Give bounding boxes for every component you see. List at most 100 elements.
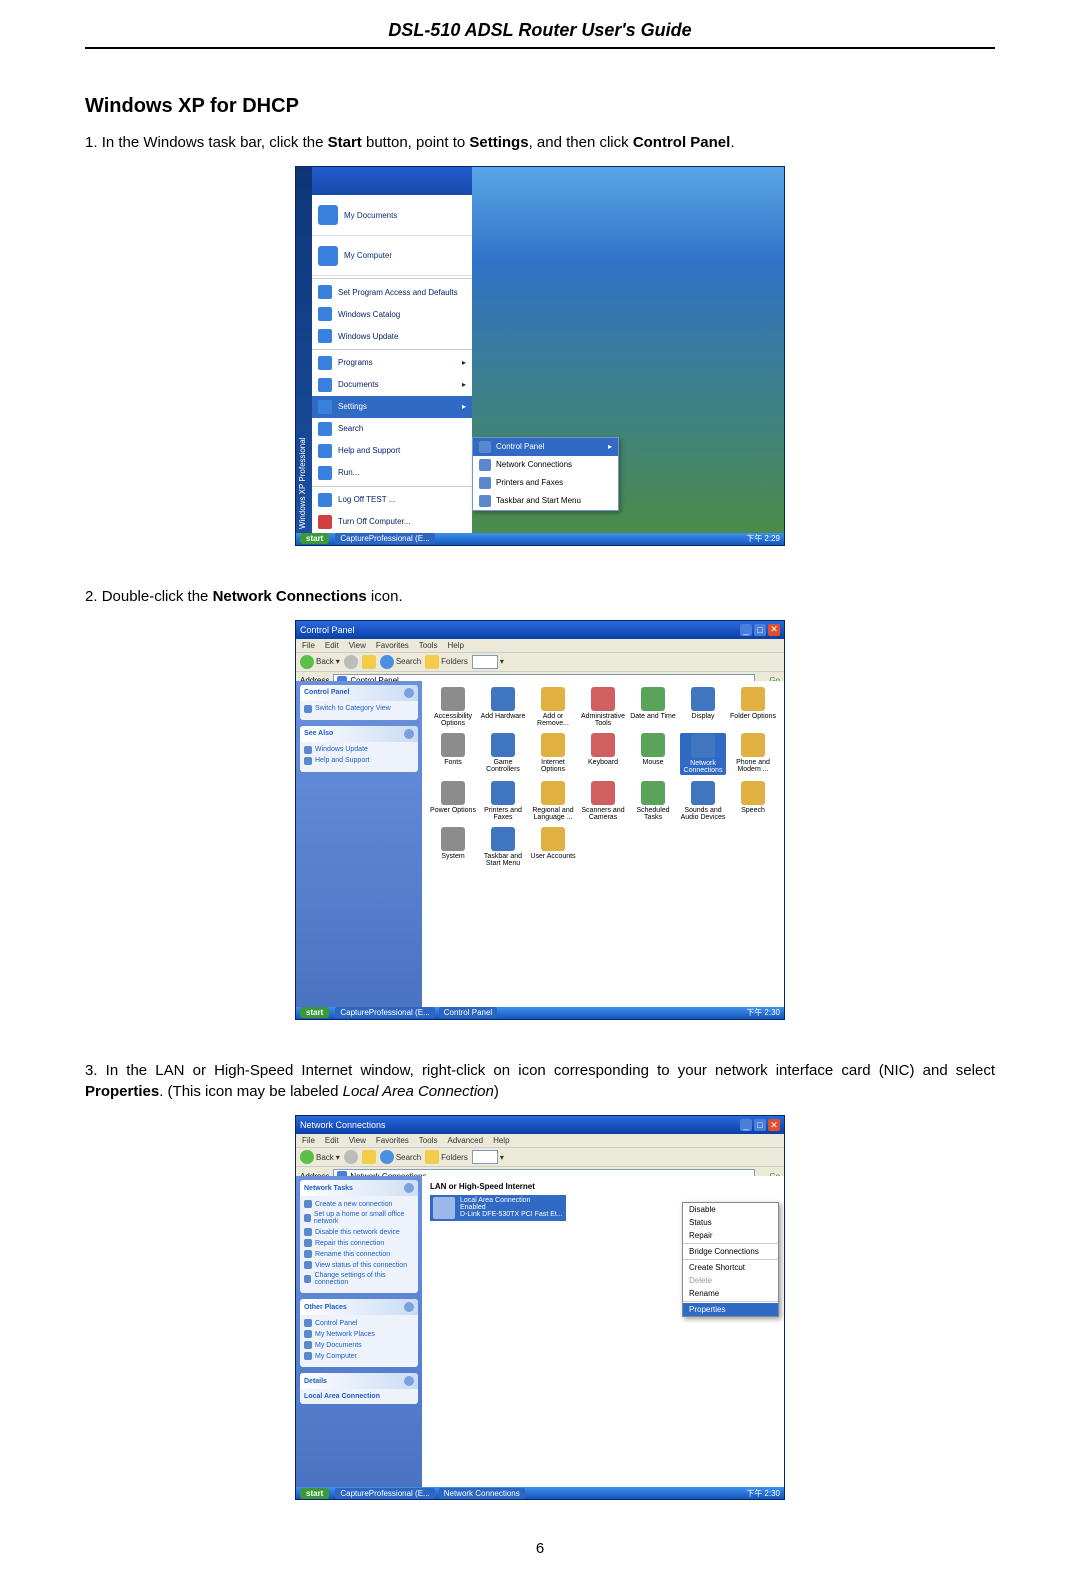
- search-button[interactable]: Search: [380, 655, 421, 669]
- folders-button[interactable]: Folders: [425, 1150, 468, 1164]
- cp-icon[interactable]: Keyboard: [580, 733, 626, 775]
- task-control-panel[interactable]: Control Panel: [439, 1007, 497, 1018]
- network-task[interactable]: Disable this network device: [304, 1228, 414, 1236]
- cp-icon[interactable]: Folder Options: [730, 687, 776, 727]
- network-task[interactable]: Repair this connection: [304, 1239, 414, 1247]
- other-place[interactable]: My Computer: [304, 1352, 414, 1360]
- start-button[interactable]: start: [300, 1007, 329, 1018]
- cp-icon[interactable]: Printers and Faxes: [480, 781, 526, 821]
- other-place[interactable]: Control Panel: [304, 1319, 414, 1327]
- cp-icon[interactable]: Display: [680, 687, 726, 727]
- close-button[interactable]: ✕: [768, 1119, 780, 1131]
- maximize-button[interactable]: □: [754, 1119, 766, 1131]
- other-place[interactable]: My Network Places: [304, 1330, 414, 1338]
- other-place[interactable]: My Documents: [304, 1341, 414, 1349]
- start-run[interactable]: Run...: [312, 462, 472, 484]
- chevron-icon[interactable]: [404, 1183, 414, 1193]
- cp-icon[interactable]: Administrative Tools: [580, 687, 626, 727]
- task-capture[interactable]: CaptureProfessional (E...: [335, 533, 434, 544]
- forward-button[interactable]: [344, 1150, 358, 1164]
- menu-edit[interactable]: Edit: [325, 641, 339, 650]
- menu-view[interactable]: View: [349, 641, 366, 650]
- local-area-connection[interactable]: Local Area Connection Enabled D-Link DFE…: [430, 1195, 566, 1221]
- minimize-button[interactable]: _: [740, 624, 752, 636]
- ctx-rename[interactable]: Rename: [683, 1287, 778, 1300]
- side-help-support[interactable]: Help and Support: [304, 757, 414, 765]
- close-button[interactable]: ✕: [768, 624, 780, 636]
- cp-icon[interactable]: Sounds and Audio Devices: [680, 781, 726, 821]
- start-programs[interactable]: Programs▸: [312, 352, 472, 374]
- cp-icon[interactable]: Regional and Language ...: [530, 781, 576, 821]
- network-task[interactable]: Rename this connection: [304, 1250, 414, 1258]
- start-mycomp[interactable]: My Computer: [312, 236, 472, 277]
- cp-icon[interactable]: Game Controllers: [480, 733, 526, 775]
- start-winupd[interactable]: Windows Update: [312, 325, 472, 347]
- start-help[interactable]: Help and Support: [312, 440, 472, 462]
- task-capture[interactable]: CaptureProfessional (E...: [335, 1488, 434, 1499]
- network-task[interactable]: Change settings of this connection: [304, 1272, 414, 1286]
- cp-icon[interactable]: Internet Options: [530, 733, 576, 775]
- ctx-shortcut[interactable]: Create Shortcut: [683, 1261, 778, 1274]
- start-documents[interactable]: Documents▸: [312, 374, 472, 396]
- ctx-repair[interactable]: Repair: [683, 1229, 778, 1242]
- chevron-icon[interactable]: [404, 1376, 414, 1386]
- cp-icon[interactable]: Date and Time: [630, 687, 676, 727]
- menu-view[interactable]: View: [349, 1136, 366, 1145]
- search-button[interactable]: Search: [380, 1150, 421, 1164]
- network-task[interactable]: Set up a home or small office network: [304, 1211, 414, 1225]
- up-button[interactable]: [362, 1150, 376, 1164]
- cp-icon[interactable]: User Accounts: [530, 827, 576, 867]
- start-settings[interactable]: Settings▸: [312, 396, 472, 418]
- menu-favorites[interactable]: Favorites: [376, 641, 409, 650]
- menu-file[interactable]: File: [302, 1136, 315, 1145]
- cp-icon[interactable]: Speech: [730, 781, 776, 821]
- side-windows-update[interactable]: Windows Update: [304, 746, 414, 754]
- cp-icon[interactable]: System: [430, 827, 476, 867]
- menu-favorites[interactable]: Favorites: [376, 1136, 409, 1145]
- menu-help[interactable]: Help: [493, 1136, 509, 1145]
- maximize-button[interactable]: □: [754, 624, 766, 636]
- up-button[interactable]: [362, 655, 376, 669]
- menu-advanced[interactable]: Advanced: [447, 1136, 483, 1145]
- cp-icon[interactable]: Taskbar and Start Menu: [480, 827, 526, 867]
- cp-icon[interactable]: Fonts: [430, 733, 476, 775]
- start-spad[interactable]: Set Program Access and Defaults: [312, 281, 472, 303]
- start-button[interactable]: start: [300, 1488, 329, 1499]
- start-wincat[interactable]: Windows Catalog: [312, 303, 472, 325]
- submenu-control-panel[interactable]: Control Panel▸: [473, 438, 618, 456]
- network-task[interactable]: Create a new connection: [304, 1200, 414, 1208]
- ctx-bridge[interactable]: Bridge Connections: [683, 1245, 778, 1258]
- cp-icon[interactable]: Add or Remove...: [530, 687, 576, 727]
- forward-button[interactable]: [344, 655, 358, 669]
- start-button[interactable]: start: [300, 533, 329, 544]
- views-button[interactable]: ▾: [472, 1150, 504, 1164]
- task-network[interactable]: Network Connections: [439, 1488, 525, 1499]
- ctx-status[interactable]: Status: [683, 1216, 778, 1229]
- ctx-properties[interactable]: Properties: [683, 1303, 778, 1316]
- menu-help[interactable]: Help: [447, 641, 463, 650]
- ctx-disable[interactable]: Disable: [683, 1203, 778, 1216]
- chevron-icon[interactable]: [404, 729, 414, 739]
- submenu-taskbar[interactable]: Taskbar and Start Menu: [473, 492, 618, 510]
- start-turnoff[interactable]: Turn Off Computer...: [312, 511, 472, 533]
- cp-icon[interactable]: Phone and Modem ...: [730, 733, 776, 775]
- start-logoff[interactable]: Log Off TEST ...: [312, 489, 472, 511]
- cp-icon[interactable]: Scanners and Cameras: [580, 781, 626, 821]
- cp-icon[interactable]: Mouse: [630, 733, 676, 775]
- cp-icon[interactable]: Accessibility Options: [430, 687, 476, 727]
- menu-file[interactable]: File: [302, 641, 315, 650]
- submenu-printers[interactable]: Printers and Faxes: [473, 474, 618, 492]
- cp-icon[interactable]: Power Options: [430, 781, 476, 821]
- submenu-network[interactable]: Network Connections: [473, 456, 618, 474]
- chevron-icon[interactable]: [404, 1302, 414, 1312]
- cp-icon[interactable]: Network Connections: [680, 733, 726, 775]
- start-search[interactable]: Search: [312, 418, 472, 440]
- chevron-icon[interactable]: [404, 688, 414, 698]
- network-task[interactable]: View status of this connection: [304, 1261, 414, 1269]
- menu-tools[interactable]: Tools: [419, 1136, 438, 1145]
- views-button[interactable]: ▾: [472, 655, 504, 669]
- minimize-button[interactable]: _: [740, 1119, 752, 1131]
- side-switch-view[interactable]: Switch to Category View: [304, 705, 414, 713]
- menu-tools[interactable]: Tools: [419, 641, 438, 650]
- cp-icon[interactable]: Scheduled Tasks: [630, 781, 676, 821]
